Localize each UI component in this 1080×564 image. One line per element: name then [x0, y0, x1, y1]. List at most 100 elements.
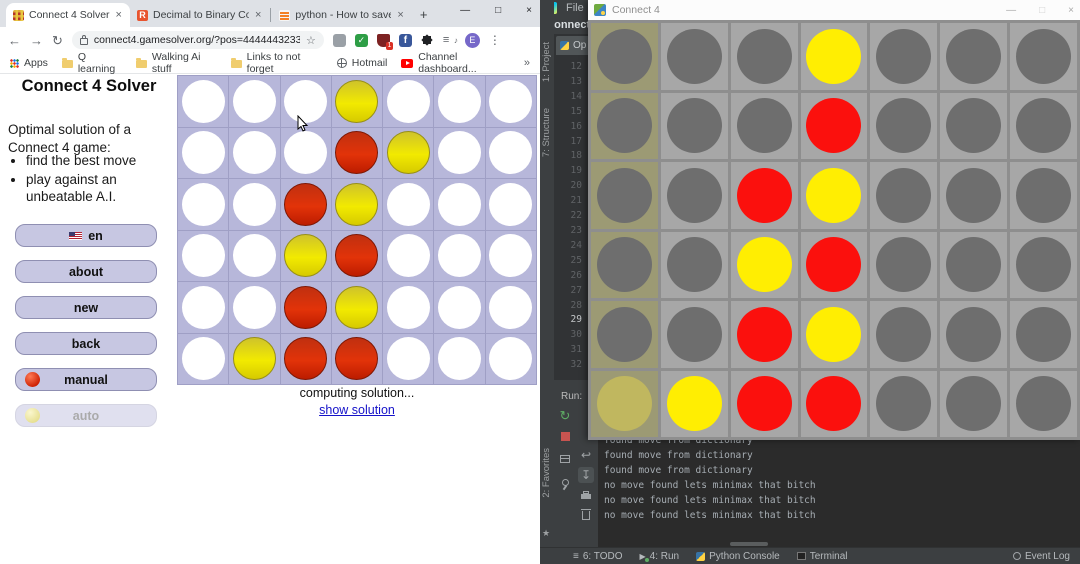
board-cell[interactable]: [940, 162, 1007, 229]
board-cell[interactable]: [332, 128, 382, 179]
bookmark-q-learning[interactable]: Q learning: [62, 51, 122, 75]
profile-avatar[interactable]: E: [465, 33, 480, 48]
board-cell[interactable]: [661, 301, 728, 368]
board-cell[interactable]: [332, 334, 382, 385]
board-cell[interactable]: [486, 128, 536, 179]
board-cell[interactable]: [591, 93, 658, 160]
board-cell[interactable]: [229, 76, 279, 127]
board-cell[interactable]: [486, 334, 536, 385]
board-cell[interactable]: [332, 282, 382, 333]
playlist-extension-icon[interactable]: ≡♪: [443, 34, 456, 47]
board-cell[interactable]: [178, 334, 228, 385]
pin-extension-icon[interactable]: [421, 34, 434, 47]
url-text[interactable]: connect4.gamesolver.org/?pos=44444432333…: [94, 34, 300, 46]
scroll-to-end-icon[interactable]: ↧: [578, 467, 594, 483]
forward-icon[interactable]: →: [30, 34, 43, 47]
board-cell[interactable]: [661, 371, 728, 438]
board-cell[interactable]: [591, 162, 658, 229]
board-cell[interactable]: [434, 128, 484, 179]
board-cell[interactable]: [1010, 162, 1077, 229]
board-cell[interactable]: [178, 282, 228, 333]
about-button[interactable]: about: [15, 260, 157, 283]
close-icon[interactable]: ×: [526, 5, 532, 16]
board-cell[interactable]: [383, 128, 433, 179]
board-cell[interactable]: [1010, 371, 1077, 438]
board-cell[interactable]: [940, 23, 1007, 90]
editor-file-tab[interactable]: Op: [556, 36, 590, 55]
board-cell[interactable]: [178, 128, 228, 179]
board-cell[interactable]: [229, 128, 279, 179]
extension-icon-check[interactable]: ✓: [355, 34, 368, 47]
board-cell[interactable]: [332, 179, 382, 230]
run-console[interactable]: found move from dictionaryfound move fro…: [598, 428, 1080, 547]
board-cell[interactable]: [661, 232, 728, 299]
board-cell[interactable]: [870, 23, 937, 90]
bookmark-walking-ai[interactable]: Walking Ai stuff: [136, 51, 217, 75]
board-cell[interactable]: [281, 334, 331, 385]
board-cell[interactable]: [801, 162, 868, 229]
board-cell[interactable]: [591, 23, 658, 90]
board-cell[interactable]: [383, 334, 433, 385]
board-cell[interactable]: [229, 334, 279, 385]
board-cell[interactable]: [383, 179, 433, 230]
board-cell[interactable]: [1010, 93, 1077, 160]
minimize-icon[interactable]: —: [1006, 5, 1016, 16]
board-cell[interactable]: [229, 231, 279, 282]
board-cell[interactable]: [731, 23, 798, 90]
board-cell[interactable]: [940, 301, 1007, 368]
board-cell[interactable]: [281, 128, 331, 179]
terminal-button[interactable]: Terminal: [797, 551, 848, 562]
tab-python-stackoverflow[interactable]: python - How to save ×: [272, 3, 411, 27]
board-cell[interactable]: [940, 371, 1007, 438]
board-cell[interactable]: [591, 232, 658, 299]
board-cell[interactable]: [940, 93, 1007, 160]
board-cell[interactable]: [178, 179, 228, 230]
board-cell[interactable]: [870, 371, 937, 438]
board-cell[interactable]: [801, 23, 868, 90]
board-cell[interactable]: [434, 179, 484, 230]
bookmarks-overflow-icon[interactable]: »: [524, 57, 530, 69]
structure-tool-tab[interactable]: 7: Structure: [541, 108, 552, 157]
board-cell[interactable]: [731, 162, 798, 229]
board-cell[interactable]: [661, 23, 728, 90]
board-cell[interactable]: [801, 301, 868, 368]
board-cell[interactable]: [229, 179, 279, 230]
pin-icon[interactable]: [558, 475, 572, 489]
board-cell[interactable]: [661, 93, 728, 160]
board-cell[interactable]: [486, 282, 536, 333]
auto-button[interactable]: auto: [15, 404, 157, 427]
restore-layout-icon[interactable]: [558, 452, 572, 466]
console-scrollbar[interactable]: [598, 540, 1080, 547]
board-cell[interactable]: [1010, 301, 1077, 368]
board-cell[interactable]: [178, 76, 228, 127]
close-tab-icon[interactable]: ×: [254, 10, 262, 21]
board-cell[interactable]: [731, 301, 798, 368]
new-button[interactable]: new: [15, 296, 157, 319]
todo-tool-button[interactable]: ≡6: TODO: [573, 551, 623, 562]
language-button[interactable]: en: [15, 224, 157, 247]
board-cell[interactable]: [870, 232, 937, 299]
board-cell[interactable]: [870, 301, 937, 368]
board-cell[interactable]: [434, 334, 484, 385]
board-cell[interactable]: [870, 162, 937, 229]
back-icon[interactable]: ←: [8, 34, 21, 47]
favorites-star-icon[interactable]: ★: [542, 528, 550, 539]
maximize-icon[interactable]: □: [495, 5, 501, 16]
close-tab-icon[interactable]: ×: [396, 10, 404, 21]
event-log-button[interactable]: Event Log: [1013, 551, 1070, 562]
extension-icon-grey[interactable]: [333, 34, 346, 47]
scrollbar-thumb[interactable]: [730, 542, 768, 546]
bookmark-star-icon[interactable]: ☆: [306, 34, 316, 47]
project-tool-tab[interactable]: 1: Project: [541, 42, 552, 82]
board-cell[interactable]: [434, 231, 484, 282]
board-cell[interactable]: [731, 93, 798, 160]
board-cell[interactable]: [383, 231, 433, 282]
board-cell[interactable]: [434, 76, 484, 127]
board-cell[interactable]: [1010, 23, 1077, 90]
board-cell[interactable]: [661, 162, 728, 229]
minimize-icon[interactable]: —: [460, 5, 470, 16]
bookmark-channel-dashboard[interactable]: Channel dashboard...: [401, 51, 510, 75]
show-solution-link[interactable]: show solution: [177, 403, 537, 417]
close-tab-icon[interactable]: ×: [115, 10, 123, 21]
facebook-extension-icon[interactable]: f: [399, 34, 412, 47]
